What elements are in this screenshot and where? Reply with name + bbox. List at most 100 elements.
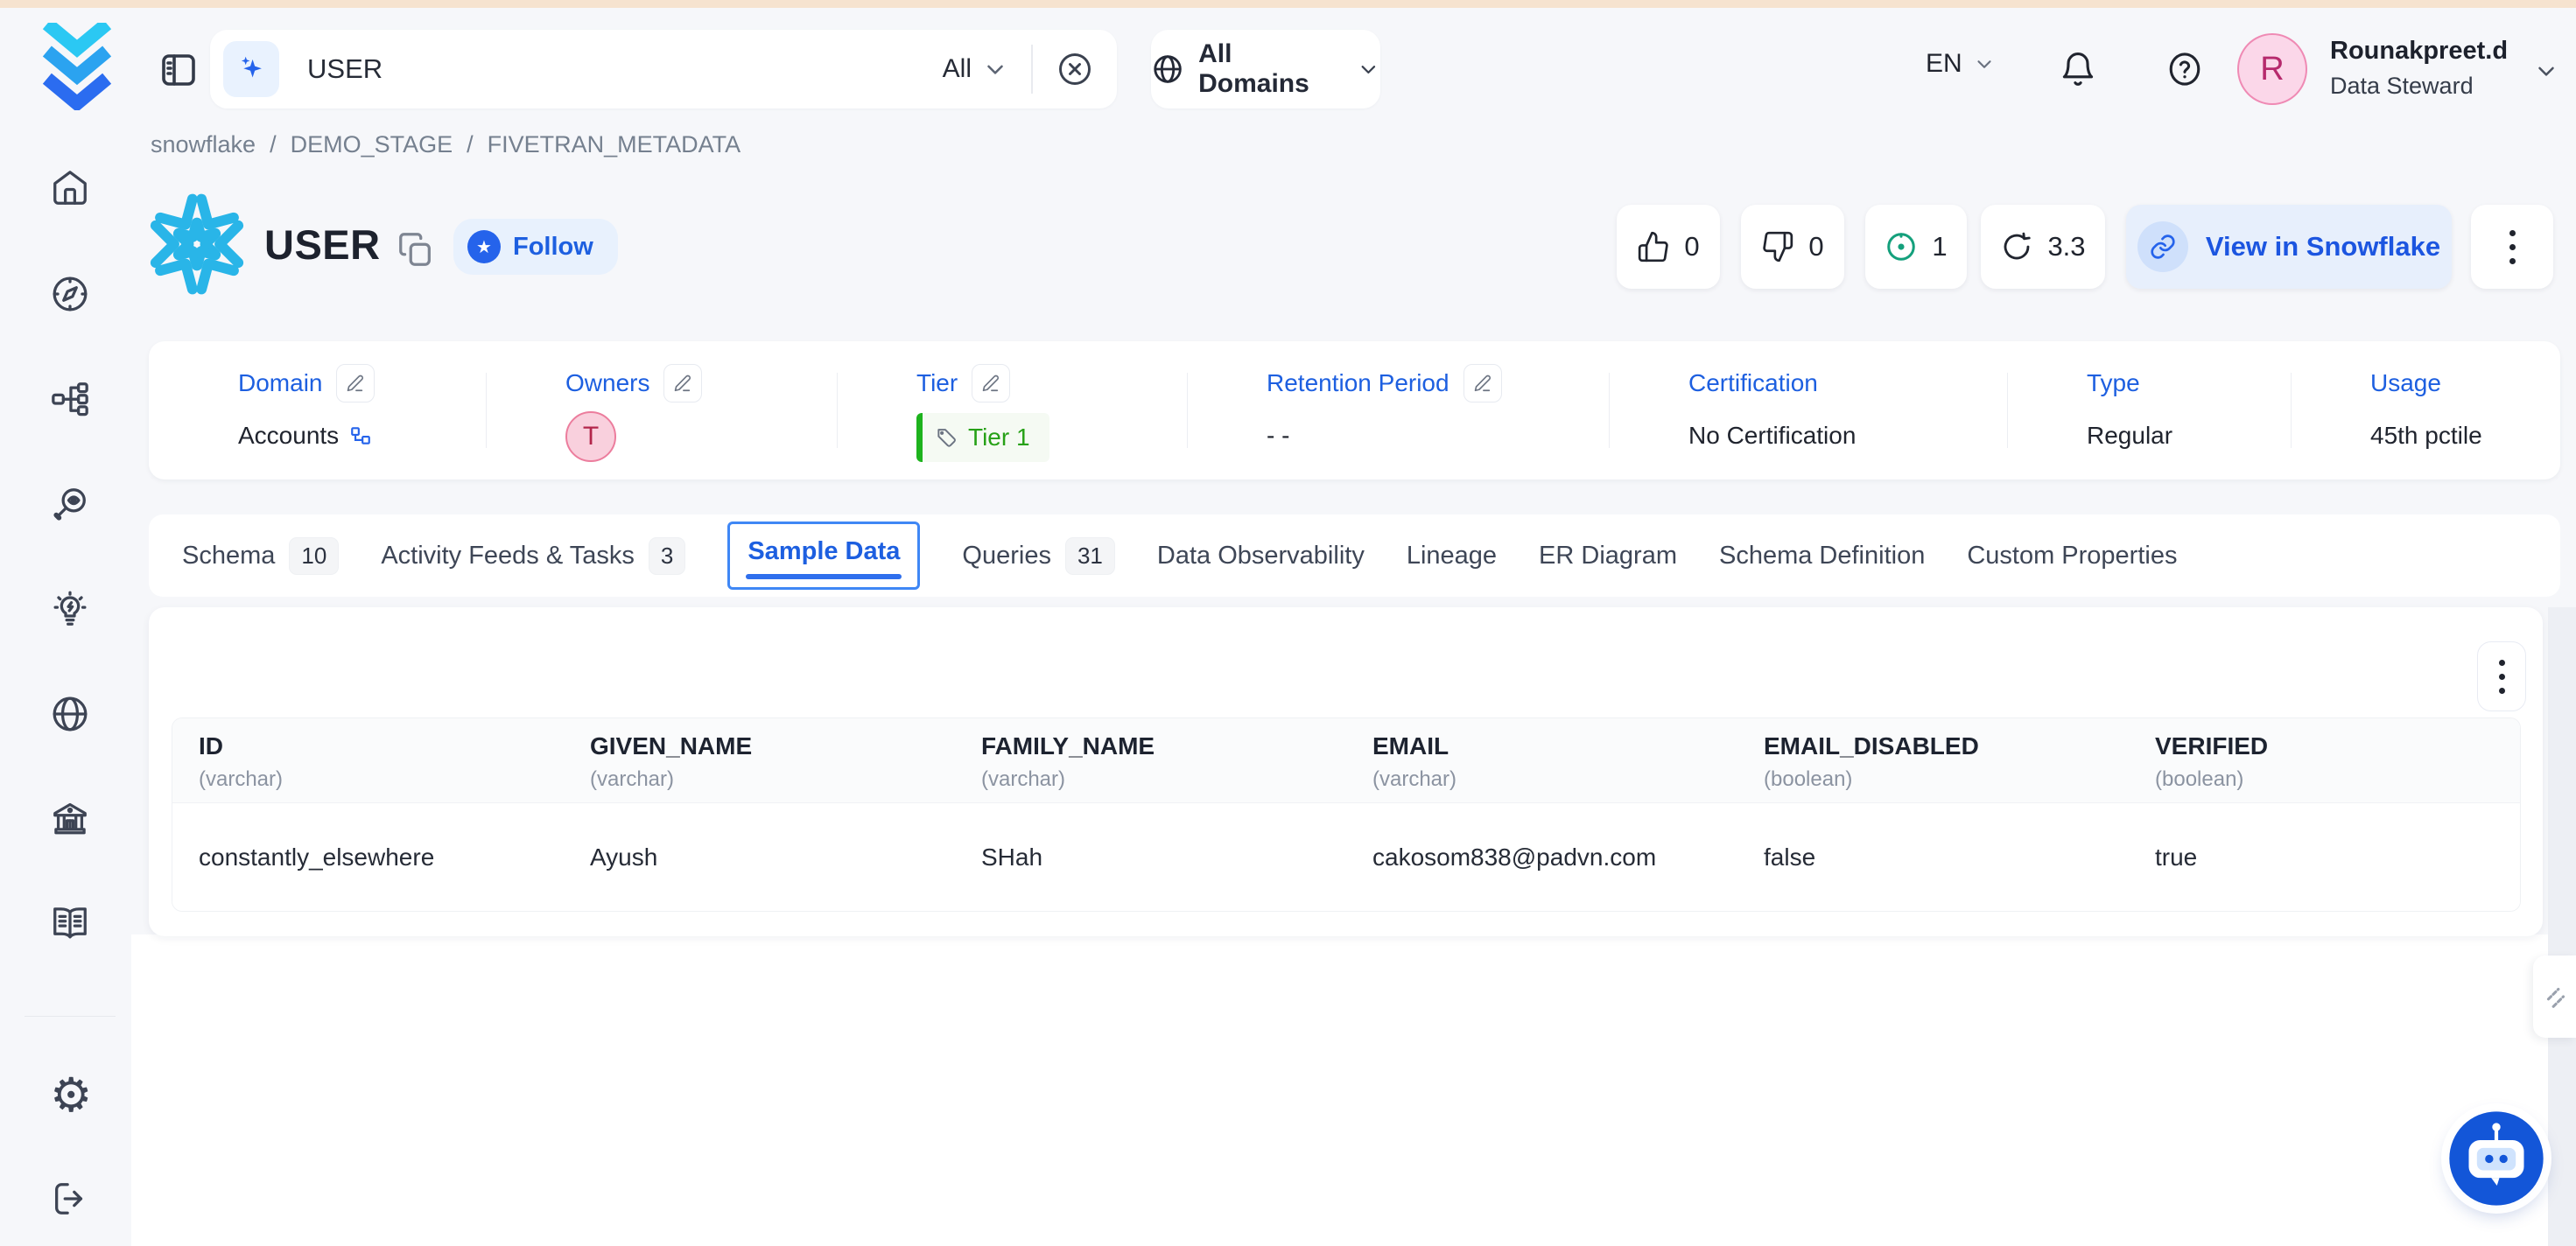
upvote-button[interactable]: 0 <box>1617 205 1720 289</box>
type-value: Regular <box>2087 422 2172 450</box>
copy-name-button[interactable] <box>396 229 436 270</box>
retention-value: - - <box>1267 422 1289 450</box>
breadcrumb-item-schema[interactable]: FIVETRAN_METADATA <box>488 131 741 158</box>
tab-custom-properties[interactable]: Custom Properties <box>1967 542 2177 570</box>
search-input[interactable]: USER <box>307 53 943 85</box>
usage-label: Usage <box>2370 369 2441 397</box>
edit-domain-button[interactable] <box>336 364 375 402</box>
app-logo[interactable] <box>37 23 117 110</box>
sidebar-item-explore[interactable] <box>50 274 90 314</box>
chevron-down-icon <box>2533 58 2559 84</box>
sidebar-item-lineage[interactable] <box>50 379 90 419</box>
sidebar-item-logout[interactable] <box>50 1179 90 1219</box>
edit-retention-button[interactable] <box>1463 364 1502 402</box>
clear-search-icon[interactable] <box>1056 50 1094 88</box>
column-header-id: ID(varchar) <box>172 718 564 802</box>
sidebar-item-observability[interactable] <box>50 484 90 524</box>
chevron-down-icon <box>1357 57 1380 81</box>
tab-content-panel <box>131 934 2576 1246</box>
tab-schema-definition[interactable]: Schema Definition <box>1719 542 1925 570</box>
language-selector[interactable]: EN <box>1926 49 1996 79</box>
sidebar-item-govern[interactable] <box>50 799 90 839</box>
edit-owners-button[interactable] <box>663 364 702 402</box>
user-menu-caret[interactable] <box>2533 58 2559 84</box>
summary-field-owners: Owners T <box>487 341 838 480</box>
usage-value: 45th pctile <box>2370 422 2482 450</box>
top-accent-strip <box>0 0 2576 8</box>
resize-handle-icon <box>2541 982 2571 1012</box>
usage-score: 3.3 <box>2047 231 2085 262</box>
edit-tier-button[interactable] <box>972 364 1010 402</box>
usage-score-button[interactable]: 3.3 <box>1981 205 2105 289</box>
sidebar-item-settings[interactable]: ⚙ <box>50 1075 90 1116</box>
downvote-button[interactable]: 0 <box>1741 205 1844 289</box>
kebab-icon <box>2509 230 2516 264</box>
tab-er-diagram[interactable]: ER Diagram <box>1539 542 1677 570</box>
entity-tabs: Schema10 Activity Feeds & Tasks3 Sample … <box>149 514 2560 597</box>
table-header-row: ID(varchar) GIVEN_NAME(varchar) FAMILY_N… <box>172 718 2520 802</box>
chat-assistant-button[interactable] <box>2447 1110 2545 1208</box>
tier-label: Tier <box>916 369 958 397</box>
entity-more-actions-button[interactable] <box>2471 205 2553 289</box>
bell-icon <box>2059 50 2097 88</box>
thumbs-down-icon <box>1761 230 1794 263</box>
breadcrumb-item-database[interactable]: DEMO_STAGE <box>291 131 453 158</box>
summary-field-domain: Domain Accounts <box>149 341 487 480</box>
tab-schema[interactable]: Schema10 <box>182 537 339 575</box>
tab-lineage[interactable]: Lineage <box>1407 542 1497 570</box>
chevron-down-icon <box>1973 52 1996 75</box>
star-icon: ★ <box>467 230 501 263</box>
sample-data-card: ID(varchar) GIVEN_NAME(varchar) FAMILY_N… <box>149 607 2543 936</box>
owner-avatar[interactable]: T <box>565 411 616 462</box>
tab-sample-data[interactable]: Sample Data <box>727 522 920 590</box>
domain-label: Domain <box>238 369 322 397</box>
sidebar-item-home[interactable] <box>50 168 90 208</box>
domain-value[interactable]: Accounts <box>238 422 339 450</box>
robot-icon <box>2447 1110 2545 1208</box>
followers-count: 1 <box>1932 231 1947 262</box>
all-domains-filter[interactable]: All Domains <box>1151 30 1380 108</box>
retention-label: Retention Period <box>1267 369 1449 397</box>
tier-badge[interactable]: Tier 1 <box>916 413 1049 462</box>
owners-label: Owners <box>565 369 649 397</box>
sidebar-item-glossary[interactable] <box>50 903 90 943</box>
app-root: ⚙ USER All All Domains EN <box>0 0 2576 1246</box>
scrollbar-gutter[interactable] <box>2548 607 2576 1246</box>
tab-queries[interactable]: Queries31 <box>962 537 1114 575</box>
kebab-icon <box>2499 660 2505 694</box>
type-label: Type <box>2087 369 2140 397</box>
breadcrumb-separator: / <box>270 131 277 158</box>
home-icon <box>50 168 90 208</box>
global-search-bar[interactable]: USER All <box>210 30 1117 108</box>
gear-icon: ⚙ <box>50 1069 92 1122</box>
summary-field-tier: Tier Tier 1 <box>838 341 1188 480</box>
notifications-button[interactable] <box>2059 50 2097 88</box>
snowflake-logo-icon <box>145 192 249 296</box>
view-in-source-button[interactable]: View in Snowflake <box>2126 205 2452 289</box>
tab-data-observability[interactable]: Data Observability <box>1157 542 1365 570</box>
user-avatar[interactable]: R <box>2237 33 2307 105</box>
sidebar-toggle-icon[interactable] <box>158 49 200 91</box>
certification-value: No Certification <box>1688 422 1856 450</box>
table-row: constantly_elsewhere Ayush SHah cakosom8… <box>172 802 2520 911</box>
breadcrumb-item-service[interactable]: snowflake <box>151 131 256 158</box>
follow-button[interactable]: ★ Follow <box>453 219 618 275</box>
sample-data-more-button[interactable] <box>2477 641 2526 711</box>
sample-data-table: ID(varchar) GIVEN_NAME(varchar) FAMILY_N… <box>172 718 2521 912</box>
user-menu[interactable]: Rounakpreet.d Data Steward <box>2330 37 2523 100</box>
collapsed-panel-handle[interactable] <box>2533 956 2576 1038</box>
sidebar-item-insights[interactable] <box>50 589 90 629</box>
cell-id: constantly_elsewhere <box>172 803 564 911</box>
tab-schema-count: 10 <box>289 537 339 575</box>
followers-button[interactable]: 1 <box>1865 205 1967 289</box>
entity-summary-card: Domain Accounts Owners T Tier Tier 1 Ret… <box>149 341 2560 480</box>
search-divider <box>1031 45 1033 94</box>
help-button[interactable] <box>2165 50 2204 88</box>
tab-activity-feeds[interactable]: Activity Feeds & Tasks3 <box>381 537 685 575</box>
ai-sparkle-icon[interactable] <box>223 41 279 97</box>
owner-avatar-initial: T <box>583 422 599 452</box>
sidebar-item-domains[interactable] <box>50 694 90 734</box>
book-icon <box>50 903 90 943</box>
search-eye-icon <box>50 484 90 524</box>
search-scope-dropdown[interactable]: All <box>943 54 1008 84</box>
